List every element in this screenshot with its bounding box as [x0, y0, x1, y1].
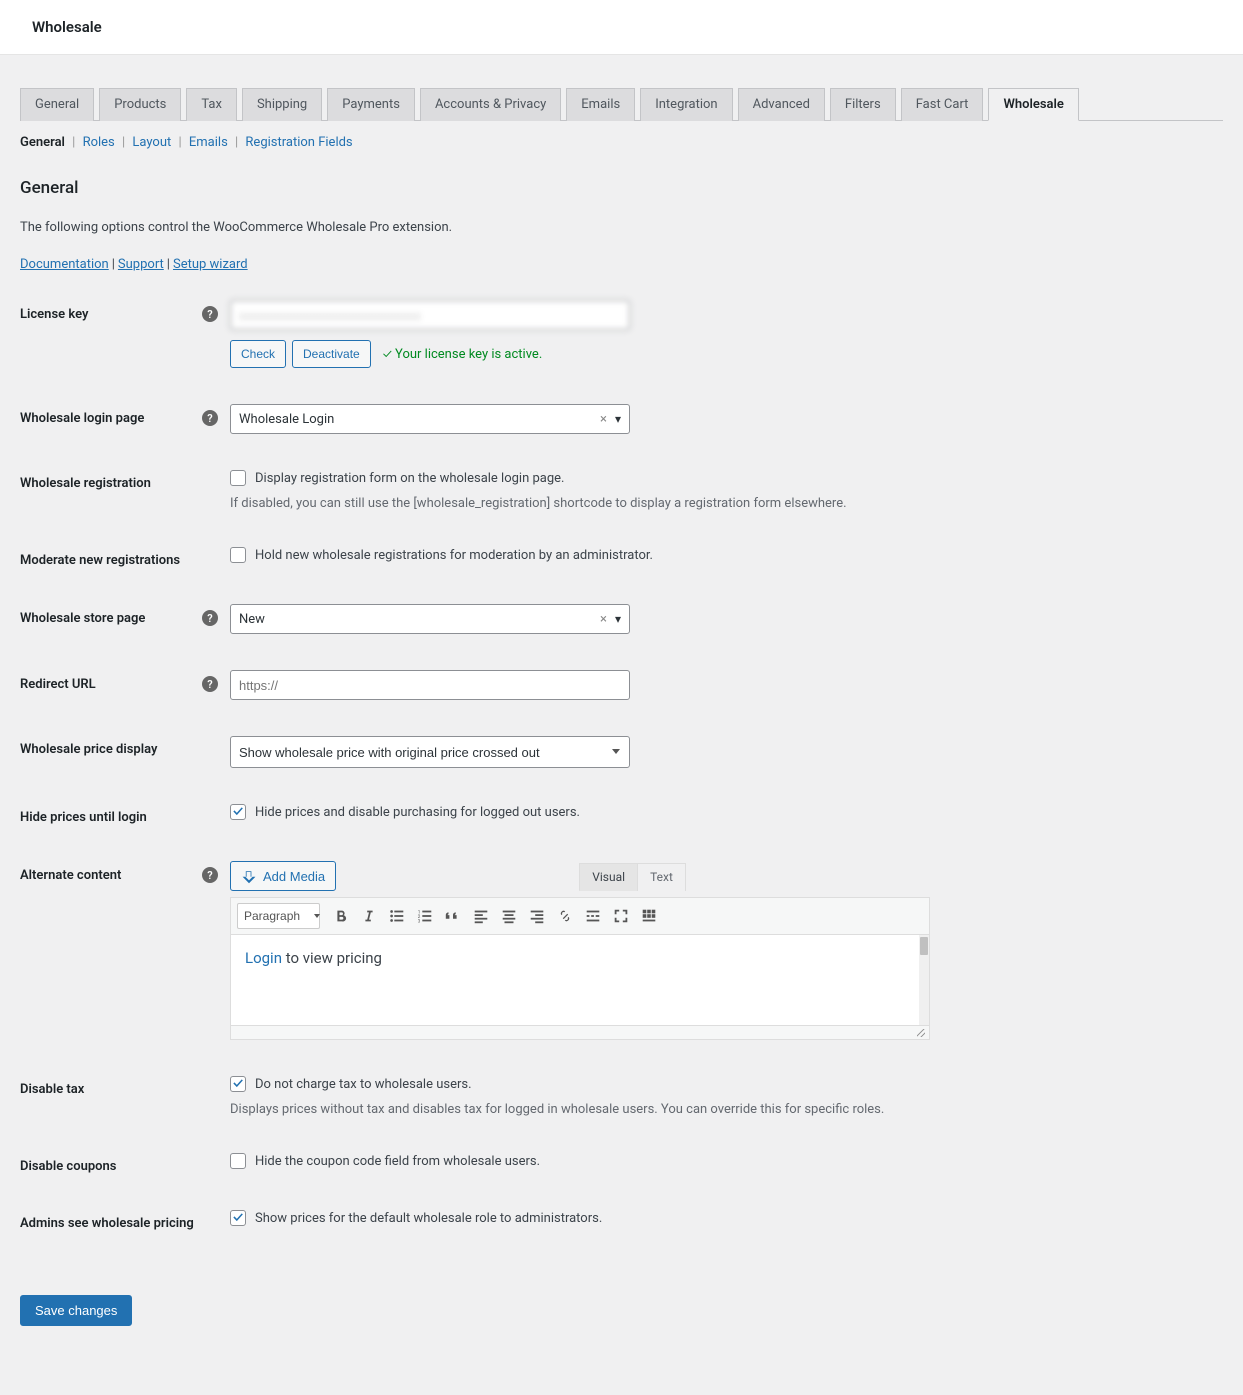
- admins-see-label: Admins see wholesale pricing: [20, 1216, 194, 1231]
- help-icon[interactable]: ?: [202, 410, 218, 426]
- alt-content-label: Alternate content: [20, 868, 121, 883]
- registration-label: Wholesale registration: [20, 476, 151, 491]
- price-display-select[interactable]: Show wholesale price with original price…: [230, 736, 630, 768]
- license-status: ✓ Your license key is active.: [383, 347, 543, 362]
- media-icon: [241, 868, 257, 884]
- rich-text-editor: Paragraph 123: [230, 897, 930, 1040]
- help-icon[interactable]: ?: [202, 306, 218, 322]
- hide-prices-check-label: Hide prices and disable purchasing for l…: [255, 805, 580, 820]
- editor-tab-visual[interactable]: Visual: [579, 863, 638, 891]
- link-icon[interactable]: [552, 903, 578, 929]
- store-page-select[interactable]: New × ▾: [230, 604, 630, 634]
- settings-tabs: GeneralProductsTaxShippingPaymentsAccoun…: [20, 55, 1223, 121]
- chevron-down-icon: ▾: [615, 612, 621, 626]
- tab-advanced[interactable]: Advanced: [738, 88, 825, 121]
- moderate-checkbox[interactable]: [230, 547, 246, 563]
- tab-integration[interactable]: Integration: [640, 88, 732, 121]
- setup-wizard-link[interactable]: Setup wizard: [173, 257, 248, 272]
- svg-text:3: 3: [418, 918, 421, 924]
- editor-resize-handle[interactable]: [231, 1025, 929, 1039]
- tab-general[interactable]: General: [20, 88, 94, 121]
- documentation-link[interactable]: Documentation: [20, 257, 109, 272]
- subtab-layout[interactable]: Layout: [132, 135, 171, 150]
- disable-coupons-checkbox[interactable]: [230, 1153, 246, 1169]
- login-page-select[interactable]: Wholesale Login × ▾: [230, 404, 630, 434]
- help-icon[interactable]: ?: [202, 676, 218, 692]
- editor-body[interactable]: Login to view pricing: [231, 935, 929, 1025]
- doc-links: Documentation|Support|Setup wizard: [20, 257, 1223, 272]
- save-changes-button[interactable]: Save changes: [20, 1295, 132, 1326]
- redirect-label: Redirect URL: [20, 677, 96, 692]
- read-more-icon[interactable]: [580, 903, 606, 929]
- page-title: Wholesale: [32, 18, 1211, 36]
- tab-fast-cart[interactable]: Fast Cart: [901, 88, 984, 121]
- license-key-label: License key: [20, 307, 88, 322]
- disable-tax-check-label: Do not charge tax to wholesale users.: [255, 1077, 472, 1092]
- clear-icon[interactable]: ×: [600, 612, 607, 627]
- subtab-general[interactable]: General: [20, 135, 65, 150]
- moderate-check-label: Hold new wholesale registrations for mod…: [255, 548, 653, 563]
- disable-tax-checkbox[interactable]: [230, 1076, 246, 1092]
- disable-coupons-label: Disable coupons: [20, 1159, 116, 1174]
- tab-shipping[interactable]: Shipping: [242, 88, 322, 121]
- tab-accounts-privacy[interactable]: Accounts & Privacy: [420, 88, 561, 121]
- disable-tax-help: Displays prices without tax and disables…: [230, 1102, 1223, 1117]
- editor-login-link[interactable]: Login: [245, 949, 282, 967]
- editor-toolbar: Paragraph 123: [231, 898, 929, 935]
- subtab-emails[interactable]: Emails: [189, 135, 228, 150]
- license-deactivate-button[interactable]: Deactivate: [292, 340, 371, 368]
- license-check-button[interactable]: Check: [230, 340, 286, 368]
- align-right-icon[interactable]: [524, 903, 550, 929]
- quote-icon[interactable]: [440, 903, 466, 929]
- fullscreen-icon[interactable]: [608, 903, 634, 929]
- tab-wholesale[interactable]: Wholesale: [988, 88, 1078, 121]
- login-page-label: Wholesale login page: [20, 411, 144, 426]
- registration-check-label: Display registration form on the wholesa…: [255, 471, 564, 486]
- tab-filters[interactable]: Filters: [830, 88, 896, 121]
- tab-emails[interactable]: Emails: [566, 88, 635, 121]
- align-center-icon[interactable]: [496, 903, 522, 929]
- admins-see-check-label: Show prices for the default wholesale ro…: [255, 1211, 602, 1226]
- format-select[interactable]: Paragraph: [237, 903, 320, 929]
- align-left-icon[interactable]: [468, 903, 494, 929]
- italic-icon[interactable]: [356, 903, 382, 929]
- admins-see-checkbox[interactable]: [230, 1210, 246, 1226]
- clear-icon[interactable]: ×: [600, 412, 607, 427]
- hide-prices-label: Hide prices until login: [20, 810, 147, 825]
- store-page-label: Wholesale store page: [20, 611, 145, 626]
- editor-scrollbar[interactable]: [919, 935, 929, 1025]
- tab-payments[interactable]: Payments: [327, 88, 415, 121]
- section-title: General: [20, 178, 1223, 198]
- subtab-roles[interactable]: Roles: [83, 135, 115, 150]
- registration-help: If disabled, you can still use the [whol…: [230, 496, 1223, 511]
- help-icon[interactable]: ?: [202, 867, 218, 883]
- page-header: Wholesale: [0, 0, 1243, 55]
- add-media-button[interactable]: Add Media: [230, 861, 336, 891]
- tab-tax[interactable]: Tax: [186, 88, 237, 121]
- subtab-registration-fields[interactable]: Registration Fields: [245, 135, 352, 150]
- chevron-down-icon: ▾: [615, 412, 621, 426]
- hide-prices-checkbox[interactable]: [230, 804, 246, 820]
- editor-tab-text[interactable]: Text: [637, 863, 686, 891]
- number-list-icon[interactable]: 123: [412, 903, 438, 929]
- price-display-label: Wholesale price display: [20, 742, 157, 757]
- main-content: GeneralProductsTaxShippingPaymentsAccoun…: [0, 55, 1243, 1395]
- moderate-label: Moderate new registrations: [20, 553, 180, 568]
- section-description: The following options control the WooCom…: [20, 220, 1223, 235]
- disable-tax-label: Disable tax: [20, 1082, 84, 1097]
- toolbar-toggle-icon[interactable]: [636, 903, 662, 929]
- registration-checkbox[interactable]: [230, 470, 246, 486]
- bullet-list-icon[interactable]: [384, 903, 410, 929]
- redirect-url-input[interactable]: [230, 670, 630, 700]
- help-icon[interactable]: ?: [202, 610, 218, 626]
- disable-coupons-check-label: Hide the coupon code field from wholesal…: [255, 1154, 540, 1169]
- tab-products[interactable]: Products: [99, 88, 181, 121]
- settings-subtabs: General | Roles | Layout | Emails | Regi…: [20, 135, 1223, 150]
- support-link[interactable]: Support: [118, 257, 164, 272]
- license-key-input[interactable]: [230, 300, 630, 330]
- bold-icon[interactable]: [328, 903, 354, 929]
